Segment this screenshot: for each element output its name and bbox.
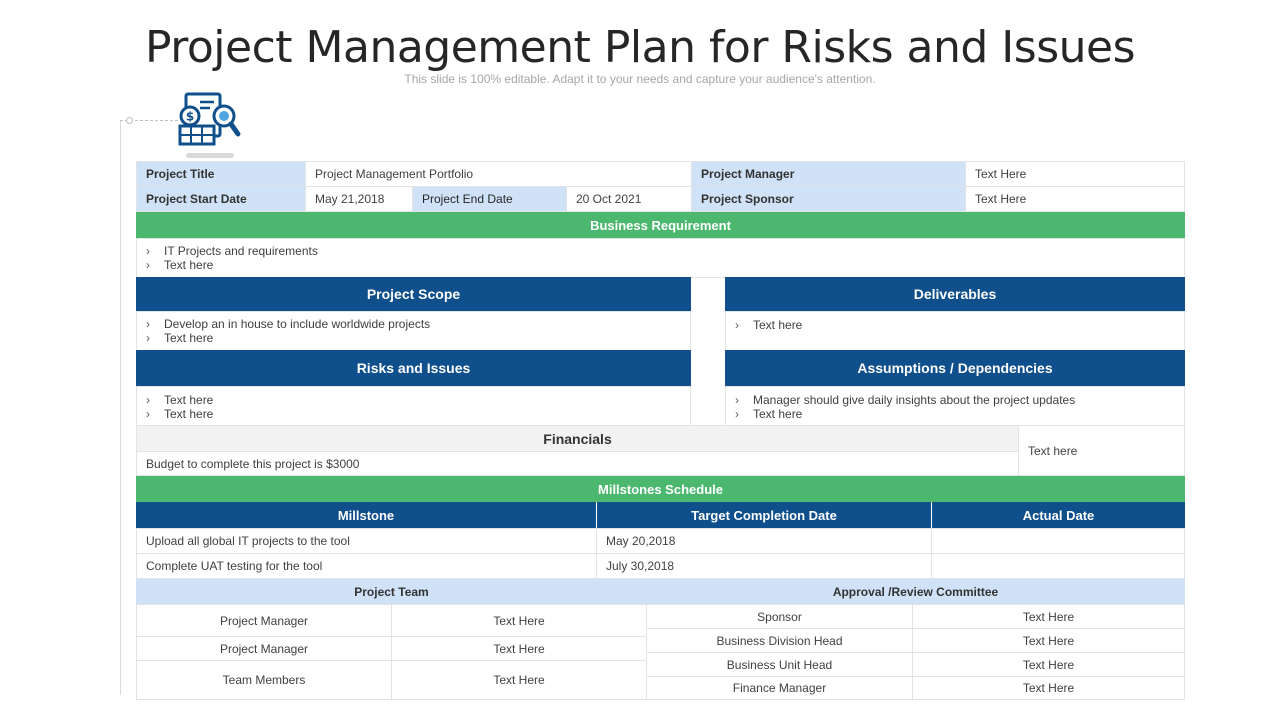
committee-name-cell: Text Here <box>912 676 1185 700</box>
project-scope-header: Project Scope <box>136 277 691 311</box>
committee-name-cell: Text Here <box>912 628 1185 653</box>
milestone-cell: Upload all global IT projects to the too… <box>136 528 597 554</box>
page-title: Project Management Plan for Risks and Is… <box>144 22 1136 73</box>
finance-document-search-icon: $ <box>176 90 242 156</box>
list-item: › Text here <box>146 331 214 345</box>
list-item: › Manager should give daily insights abou… <box>735 393 1076 407</box>
actual-date-cell <box>931 553 1185 579</box>
milestone-col-header: Millstone <box>136 502 596 528</box>
committee-name-cell: Text Here <box>912 652 1185 677</box>
deliverables-header: Deliverables <box>725 277 1185 311</box>
committee-name-cell: Text Here <box>912 604 1185 629</box>
list-item: › Text here <box>735 318 803 332</box>
end-date-label: Project End Date <box>412 186 567 212</box>
team-role-cell: Project Manager <box>136 636 392 661</box>
list-item: › IT Projects and requirements <box>146 244 318 258</box>
committee-role-cell: Finance Manager <box>646 676 913 700</box>
project-team-header: Project Team <box>136 579 647 604</box>
financials-budget: Budget to complete this project is $3000 <box>136 451 1019 476</box>
risks-issues-header: Risks and Issues <box>136 350 691 386</box>
actual-date-col-header: Actual Date <box>932 502 1185 528</box>
sponsor-value: Text Here <box>965 186 1185 212</box>
project-manager-label: Project Manager <box>691 161 966 187</box>
milestone-cell: Complete UAT testing for the tool <box>136 553 597 579</box>
committee-role-cell: Sponsor <box>646 604 913 629</box>
list-item: › Text here <box>146 258 214 272</box>
deliverables-list: › Text here <box>725 311 1185 351</box>
sponsor-label: Project Sponsor <box>691 186 966 212</box>
business-requirement-list: › IT Projects and requirements › Text here <box>136 238 1185 278</box>
icon-shadow <box>186 153 234 158</box>
list-item: › Text here <box>146 393 214 407</box>
project-scope-list: › Develop an in house to include worldwid… <box>136 311 691 351</box>
committee-role-cell: Business Division Head <box>646 628 913 653</box>
list-item: › Text here <box>146 407 214 421</box>
target-date-cell: July 30,2018 <box>596 553 932 579</box>
team-name-cell: Text Here <box>391 660 647 700</box>
business-requirement-header: Business Requirement <box>136 212 1185 238</box>
end-date-value: 20 Oct 2021 <box>566 186 692 212</box>
assumptions-header: Assumptions / Dependencies <box>725 350 1185 386</box>
committee-header: Approval /Review Committee <box>646 579 1185 604</box>
team-role-cell: Project Manager <box>136 604 392 637</box>
assumptions-list: › Manager should give daily insights abou… <box>725 386 1185 426</box>
team-role-cell: Team Members <box>136 660 392 700</box>
target-date-col-header: Target Completion Date <box>597 502 931 528</box>
list-item: › Text here <box>735 407 803 421</box>
target-date-cell: May 20,2018 <box>596 528 932 554</box>
project-title-label: Project Title <box>136 161 306 187</box>
project-title-value: Project Management Portfolio <box>305 161 692 187</box>
actual-date-cell <box>931 528 1185 554</box>
page-subtitle: This slide is 100% editable. Adapt it to… <box>404 72 876 86</box>
committee-role-cell: Business Unit Head <box>646 652 913 677</box>
project-manager-value: Text Here <box>965 161 1185 187</box>
risks-issues-list: › Text here › Text here <box>136 386 691 426</box>
team-name-cell: Text Here <box>391 604 647 637</box>
list-item: › Develop an in house to include worldwid… <box>146 317 431 331</box>
connector-dot <box>126 117 133 124</box>
svg-text:$: $ <box>186 110 194 124</box>
start-date-value: May 21,2018 <box>305 186 413 212</box>
connector-line <box>120 120 121 695</box>
team-name-cell: Text Here <box>391 636 647 661</box>
financials-header: Financials <box>136 425 1019 452</box>
financials-side-text: Text here <box>1018 425 1185 476</box>
milestones-header: Millstones Schedule <box>136 476 1185 502</box>
start-date-label: Project Start Date <box>136 186 306 212</box>
